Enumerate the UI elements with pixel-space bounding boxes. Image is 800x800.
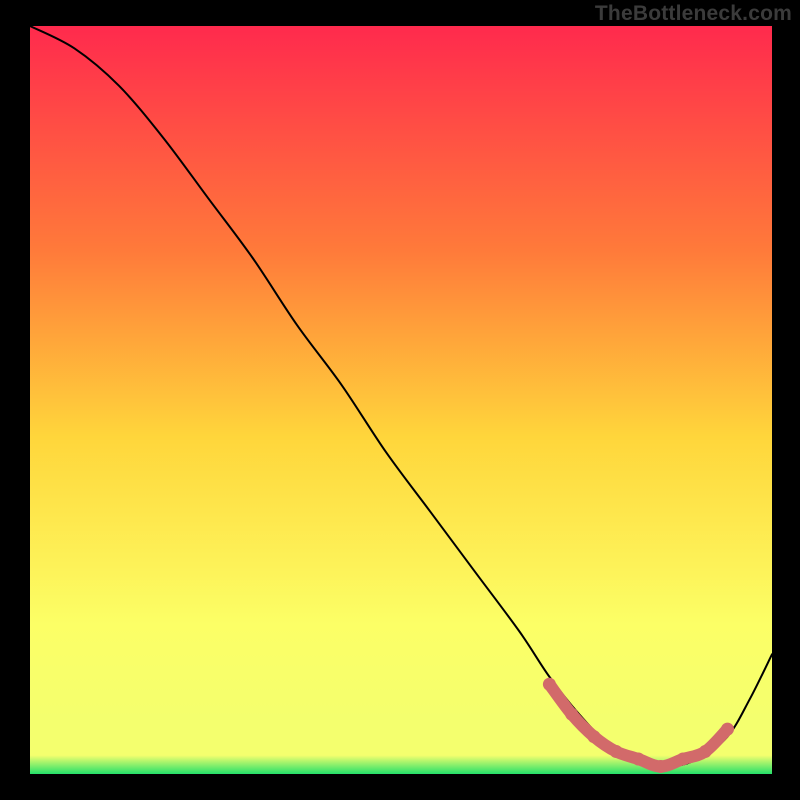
plot-background	[30, 26, 772, 774]
highlight-dot	[587, 730, 600, 743]
highlight-dot	[610, 745, 623, 758]
highlight-dot	[654, 760, 667, 773]
highlight-dot	[699, 745, 712, 758]
chart-svg	[0, 0, 800, 800]
highlight-dot	[721, 723, 734, 736]
chart-stage: TheBottleneck.com	[0, 0, 800, 800]
highlight-dot	[543, 678, 556, 691]
watermark-text: TheBottleneck.com	[595, 2, 792, 26]
highlight-dot	[676, 753, 689, 766]
highlight-dot	[632, 753, 645, 766]
highlight-dot	[565, 708, 578, 721]
